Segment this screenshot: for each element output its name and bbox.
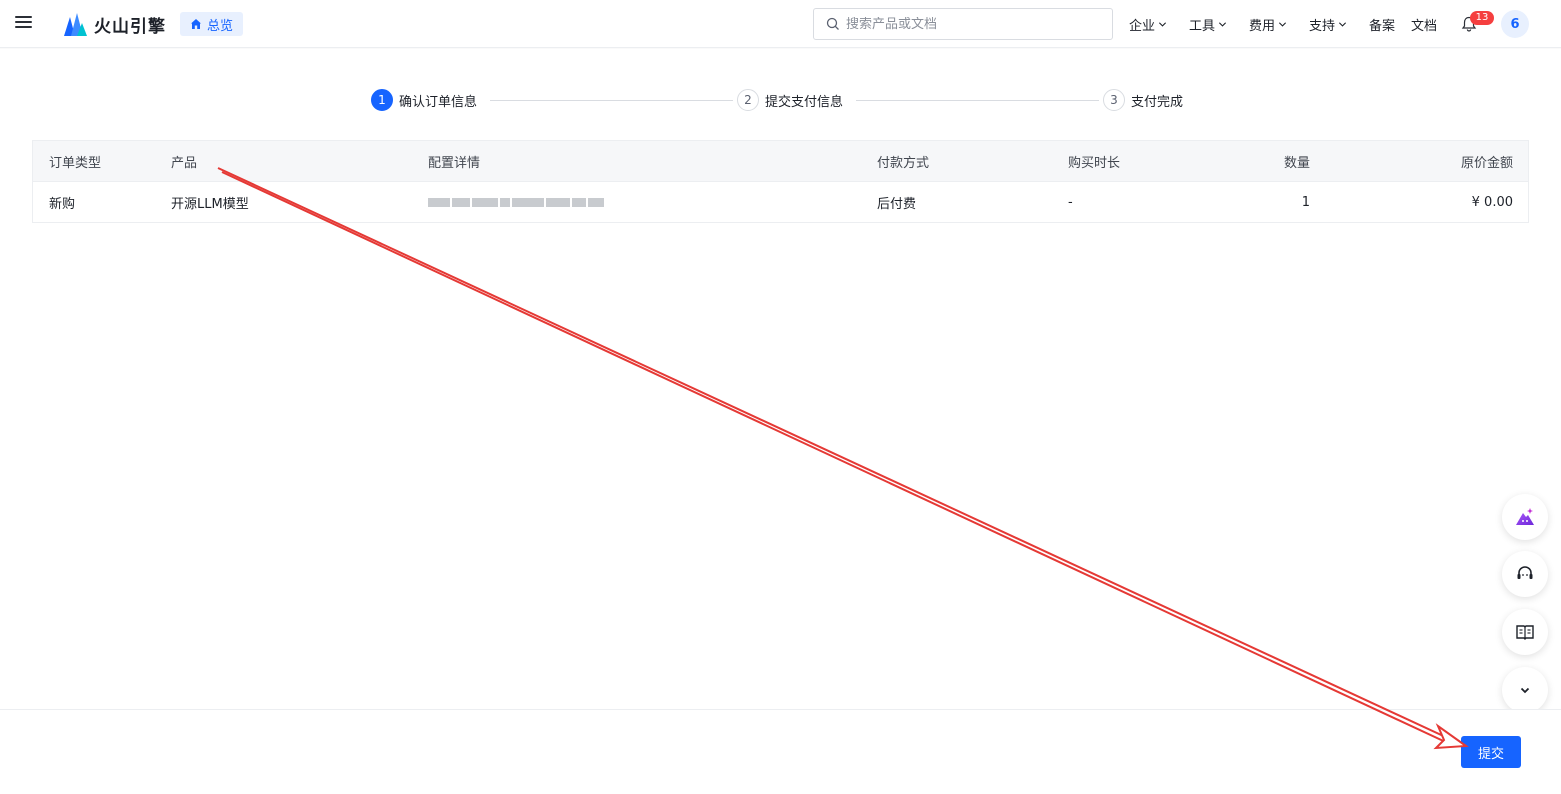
cell-quantity: 1 (1301, 194, 1310, 210)
main-content: 1 确认订单信息 2 提交支付信息 3 支付完成 订单类型 产品 配置详情 付款… (0, 49, 1561, 709)
home-icon (191, 19, 201, 29)
table-header-row: 订单类型 产品 配置详情 付款方式 购买时长 数量 原价金额 (33, 141, 1528, 182)
cell-product: 开源LLM模型 (171, 196, 249, 212)
header-product: 产品 (171, 155, 198, 171)
chevron-down-icon (1218, 21, 1227, 27)
header-config: 配置详情 (428, 155, 481, 171)
step-submit-payment: 2 提交支付信息 (737, 89, 843, 111)
ai-assistant-button[interactable] (1502, 494, 1548, 540)
header-order-type: 订单类型 (49, 155, 102, 171)
nav-docs[interactable]: 文档 (1411, 0, 1437, 48)
step-number: 3 (1103, 89, 1125, 111)
chevron-down-icon (1520, 687, 1530, 694)
step-connector (856, 100, 1099, 101)
nav-billing-label: 费用 (1249, 18, 1276, 34)
cell-duration: - (1068, 194, 1073, 210)
step-number: 1 (371, 89, 393, 111)
chevron-down-icon (1338, 21, 1347, 27)
step-number: 2 (737, 89, 759, 111)
chevron-down-icon (1158, 21, 1167, 27)
step-connector (490, 100, 733, 101)
step-confirm-order: 1 确认订单信息 (371, 89, 477, 111)
header-duration: 购买时长 (1068, 155, 1121, 171)
header-price: 原价金额 (1460, 155, 1513, 171)
nav-tools[interactable]: 工具 (1189, 0, 1227, 48)
search-box[interactable] (813, 8, 1113, 40)
volcano-logo-icon (64, 13, 87, 36)
redacted-text (428, 197, 604, 207)
cell-price: ¥ 0.00 (1471, 194, 1513, 210)
customer-support-button[interactable] (1502, 551, 1548, 597)
step-payment-complete: 3 支付完成 (1103, 89, 1183, 111)
headset-icon (1517, 566, 1533, 579)
docs-button[interactable] (1502, 609, 1548, 655)
header-payment: 付款方式 (877, 155, 930, 171)
collapse-button[interactable] (1502, 667, 1548, 713)
hamburger-menu-icon[interactable] (14, 13, 34, 33)
nav-tools-label: 工具 (1189, 18, 1216, 34)
nav-support[interactable]: 支持 (1309, 0, 1347, 48)
top-header: 火山引擎 总览 企业 工具 费用 支持 备案 文档 13 6 (0, 0, 1561, 48)
nav-billing[interactable]: 费用 (1249, 0, 1287, 48)
nav-enterprise-label: 企业 (1129, 18, 1156, 34)
brand-name: 火山引擎 (94, 16, 166, 37)
step-label: 支付完成 (1131, 94, 1184, 110)
nav-enterprise[interactable]: 企业 (1129, 0, 1167, 48)
step-label: 提交支付信息 (765, 94, 844, 110)
order-table: 订单类型 产品 配置详情 付款方式 购买时长 数量 原价金额 新购 开源LLM模… (32, 140, 1529, 223)
step-label: 确认订单信息 (399, 94, 478, 110)
ai-assistant-icon (1516, 508, 1534, 525)
cell-config-redacted (428, 182, 604, 222)
user-avatar[interactable]: 6 (1501, 10, 1529, 38)
chevron-down-icon (1278, 21, 1287, 27)
search-input[interactable] (846, 16, 1086, 32)
brand-logo[interactable]: 火山引擎 (62, 8, 166, 40)
search-icon (826, 17, 839, 30)
overview-button[interactable]: 总览 (180, 12, 244, 36)
cell-payment: 后付费 (877, 196, 917, 212)
submit-button[interactable]: 提交 (1461, 736, 1521, 768)
nav-support-label: 支持 (1309, 18, 1336, 34)
table-row: 新购 开源LLM模型 后付费 - 1 ¥ 0.00 (33, 182, 1528, 222)
nav-filing[interactable]: 备案 (1369, 0, 1395, 48)
book-icon (1516, 625, 1534, 640)
overview-label: 总览 (207, 18, 234, 34)
cell-order-type: 新购 (49, 196, 76, 212)
footer-bar: 提交 (0, 709, 1561, 794)
header-quantity: 数量 (1283, 155, 1310, 171)
notification-badge: 13 (1470, 11, 1494, 25)
